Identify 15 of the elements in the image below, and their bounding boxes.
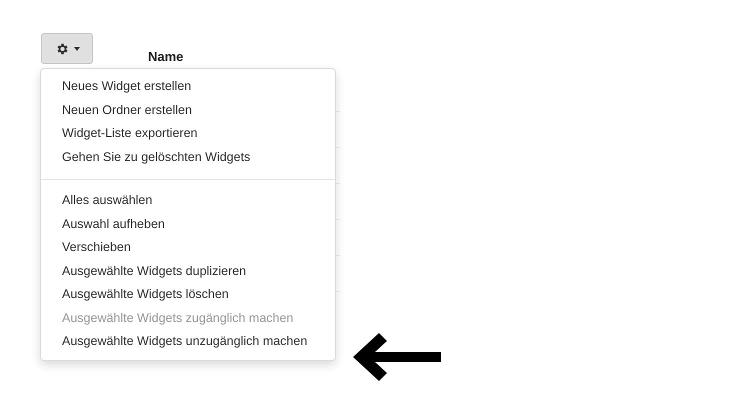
- menu-item[interactable]: Widget-Liste exportieren: [41, 122, 335, 146]
- menu-item[interactable]: Neues Widget erstellen: [41, 75, 335, 98]
- menu-item[interactable]: Neuen Ordner erstellen: [41, 98, 335, 122]
- menu-item[interactable]: Alles auswählen: [41, 189, 335, 212]
- menu-item[interactable]: Gehen Sie zu gelöschten Widgets: [41, 146, 335, 169]
- arrow-icon: [353, 332, 443, 382]
- gear-icon: [54, 42, 68, 56]
- menu-item[interactable]: Auswahl aufheben: [41, 212, 335, 236]
- menu-item[interactable]: Ausgewählte Widgets löschen: [41, 283, 335, 306]
- caret-icon: [74, 46, 80, 50]
- menu-item[interactable]: Ausgewählte Widgets duplizieren: [41, 260, 335, 283]
- menu-item[interactable]: Ausgewählte Widgets unzugänglich machen: [41, 330, 335, 354]
- settings-button[interactable]: [41, 33, 93, 64]
- menu-item[interactable]: Verschieben: [41, 236, 335, 260]
- column-header: Name: [148, 49, 184, 64]
